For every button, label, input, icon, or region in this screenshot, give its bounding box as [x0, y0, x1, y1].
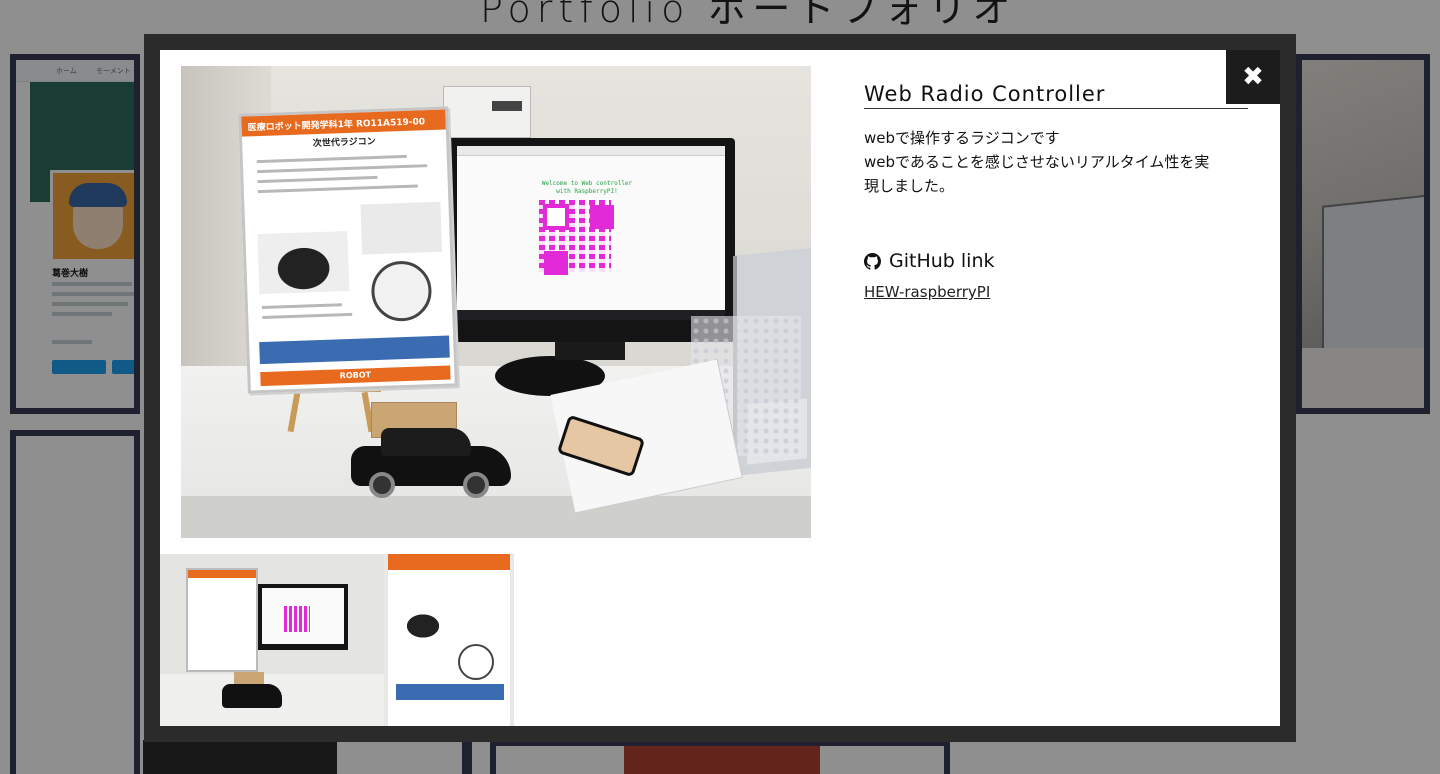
- monitor: Welcome to Web controller with Raspberry…: [447, 138, 735, 342]
- project-description: webで操作するラジコンです webであることを感じさせないリアルタイム性を実 …: [864, 126, 1248, 198]
- description-line: webで操作するラジコンです: [864, 129, 1060, 147]
- poster: 医療ロボット開発学科1年 RO11A519-00 次世代ラジコン ROBOT: [238, 106, 458, 394]
- project-info: Web Radio Controller webで操作するラジコンです webで…: [864, 82, 1248, 301]
- lightbox-modal: Welcome to Web controller with Raspberry…: [144, 34, 1296, 742]
- description-line: webであることを感じさせないリアルタイム性を実: [864, 153, 1210, 171]
- thumbnail-1[interactable]: [160, 554, 384, 726]
- thumbnail-2[interactable]: [384, 554, 514, 726]
- close-button[interactable]: ✖: [1226, 50, 1280, 104]
- github-link[interactable]: HEW-raspberryPI: [864, 283, 990, 301]
- close-icon: ✖: [1242, 62, 1264, 92]
- project-title: Web Radio Controller: [864, 82, 1248, 109]
- screen-text: Welcome to Web controller with Raspberry…: [541, 180, 633, 195]
- main-photo: Welcome to Web controller with Raspberry…: [181, 66, 811, 538]
- github-heading: GitHub link: [864, 250, 1248, 272]
- lightbox-content: Welcome to Web controller with Raspberry…: [160, 50, 1280, 726]
- description-line: 現しました。: [864, 177, 955, 195]
- qr-code: [539, 200, 611, 272]
- poster-footer: ROBOT: [260, 365, 451, 387]
- github-icon: [864, 252, 881, 270]
- github-heading-label: GitHub link: [889, 250, 995, 272]
